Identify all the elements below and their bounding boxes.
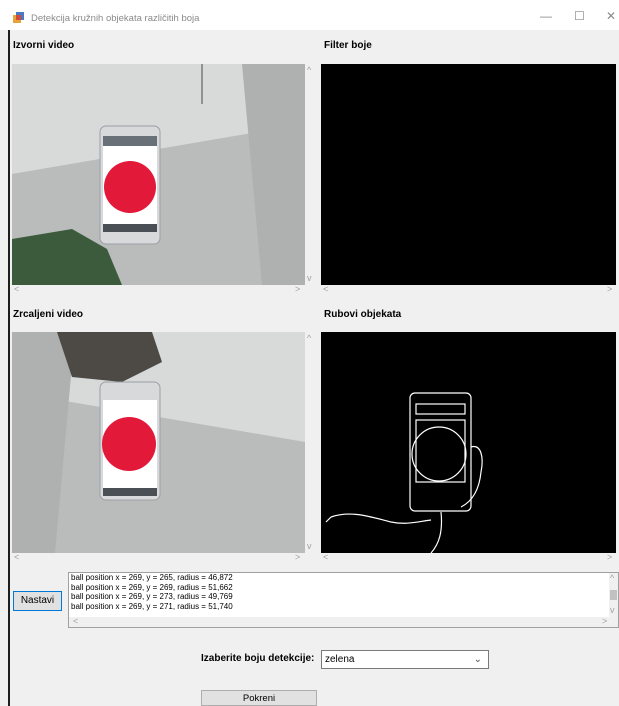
object-edges-hscroll[interactable]: < >: [321, 553, 616, 563]
log-scroll-thumb[interactable]: [610, 590, 617, 600]
window-frame-left: [8, 30, 10, 706]
scroll-right-icon[interactable]: >: [295, 553, 300, 562]
source-video-vscroll[interactable]: ^ v: [305, 64, 316, 285]
window-title: Detekcija kružnih objekata različitih bo…: [31, 13, 200, 24]
scroll-left-icon[interactable]: <: [323, 285, 328, 294]
object-edges-label: Rubovi objekata: [324, 309, 402, 320]
maximize-button[interactable]: ☐: [574, 9, 585, 23]
scroll-right-icon[interactable]: >: [602, 617, 607, 626]
detection-color-label: Izaberite boju detekcije:: [201, 653, 315, 664]
color-filter-hscroll[interactable]: < >: [321, 285, 616, 295]
color-filter-label: Filter boje: [324, 40, 372, 51]
edge-outline: [325, 392, 483, 553]
source-video-label: Izvorni video: [13, 40, 75, 51]
start-button[interactable]: Pokreni: [201, 690, 317, 706]
mirrored-video-vscroll[interactable]: ^ v: [305, 332, 316, 553]
log-line: ball position x = 269, y = 265, radius =…: [71, 573, 233, 582]
scroll-left-icon[interactable]: <: [73, 617, 78, 626]
scroll-left-icon[interactable]: <: [14, 553, 19, 562]
mirrored-video-label: Zrcaljeni video: [13, 309, 84, 320]
continue-button[interactable]: Nastavi: [13, 591, 62, 611]
chevron-down-icon: ⌄: [473, 654, 482, 665]
log-vscroll[interactable]: ^ v: [609, 573, 618, 617]
app-icon: [13, 12, 24, 23]
detection-color-value: zelena: [325, 654, 355, 665]
scroll-up-icon[interactable]: ^: [307, 66, 311, 75]
scroll-down-icon[interactable]: v: [307, 274, 312, 283]
log-line: ball position x = 269, y = 269, radius =…: [71, 582, 233, 592]
log-line: ball position x = 269, y = 271, radius =…: [71, 601, 233, 611]
scroll-right-icon[interactable]: >: [607, 553, 612, 562]
camera-frame: [12, 64, 305, 285]
color-filter-view: [321, 64, 616, 285]
camera-frame: [12, 332, 305, 553]
source-video-view: [12, 64, 305, 285]
log-line: ball position x = 269, y = 273, radius =…: [71, 592, 233, 601]
minimize-button[interactable]: —: [540, 9, 552, 23]
ball-position-log[interactable]: ball position x = 269, y = 265, radius =…: [68, 572, 619, 628]
ball-circle: [104, 161, 156, 213]
object-edges-view: [321, 332, 616, 553]
scroll-down-icon[interactable]: v: [307, 542, 312, 551]
scroll-right-icon[interactable]: >: [295, 285, 300, 294]
scroll-left-icon[interactable]: <: [323, 553, 328, 562]
log-hscroll[interactable]: < >: [69, 617, 618, 627]
scroll-up-icon[interactable]: ^: [307, 334, 311, 343]
detection-color-dropdown[interactable]: zelena ⌄: [321, 650, 489, 669]
close-button[interactable]: ✕: [606, 9, 616, 23]
mirrored-video-view: [12, 332, 305, 553]
app-window: Detekcija kružnih objekata različitih bo…: [0, 0, 619, 706]
scroll-down-icon[interactable]: v: [610, 606, 615, 615]
scroll-up-icon[interactable]: ^: [610, 574, 614, 583]
scroll-left-icon[interactable]: <: [14, 285, 19, 294]
title-bar: Detekcija kružnih objekata različitih bo…: [0, 0, 619, 30]
mirrored-video-hscroll[interactable]: < >: [12, 553, 305, 563]
ball-circle: [102, 417, 156, 471]
source-video-hscroll[interactable]: < >: [12, 285, 305, 295]
scroll-right-icon[interactable]: >: [607, 285, 612, 294]
